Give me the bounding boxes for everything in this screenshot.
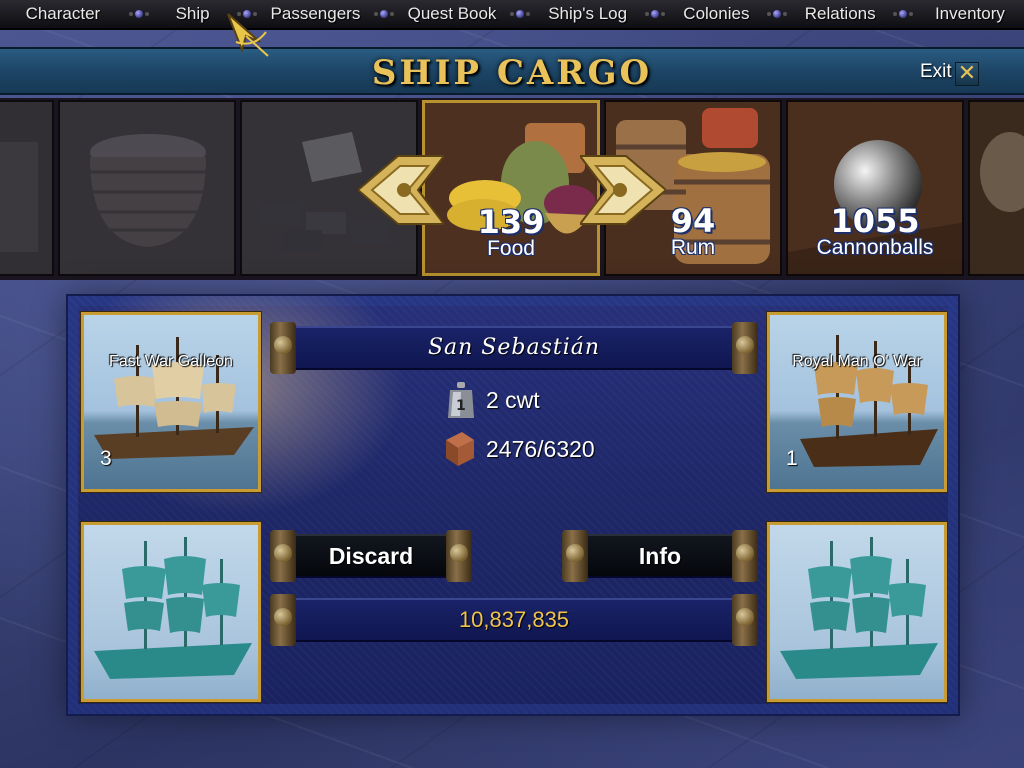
nav-separator: [126, 0, 152, 29]
cargo-tile-food[interactable]: 139 Food: [422, 100, 600, 276]
nav-label: Colonies: [683, 4, 750, 23]
weight-icon: 1: [448, 382, 474, 418]
cargo-panel: Fast War Galleon 3 Royal Man O' War 1 Sa…: [66, 294, 960, 716]
nav-label: Ship's Log: [548, 4, 628, 23]
ship-quantity: 1: [786, 447, 798, 470]
nav-label: Relations: [804, 4, 876, 23]
nav-separator: [507, 0, 533, 29]
money-amount: 10,837,835: [458, 607, 570, 632]
nav-ship[interactable]: Ship: [151, 0, 234, 29]
ship-name: San Sebastián: [427, 335, 601, 360]
cargo-count: 139: [477, 203, 545, 241]
cargo-tile-cannonballs[interactable]: 1055 Cannonballs: [786, 100, 964, 276]
target-ship-slot[interactable]: [767, 522, 947, 702]
ship-silhouette-icon: [780, 537, 938, 679]
cargo-weight: 2 cwt: [486, 386, 540, 413]
own-ship-card[interactable]: Fast War Galleon 3: [81, 312, 261, 492]
nav-separator: [765, 0, 791, 29]
cargo-carousel: 139 Food 94 Rum 1055 Cannonballs: [0, 98, 1024, 280]
cargo-unknown-icon: [0, 102, 52, 274]
nav-separator: [643, 0, 669, 29]
weight-stat: 1 2 cwt: [446, 380, 540, 420]
info-label: Info: [638, 543, 682, 569]
ship-name-bar: San Sebastián: [270, 322, 758, 374]
nav-colonies[interactable]: Colonies: [668, 0, 764, 29]
nav-character[interactable]: Character: [0, 0, 126, 29]
info-button[interactable]: Info: [562, 530, 758, 582]
cargo-name: Rum: [670, 236, 716, 259]
discard-button[interactable]: Discard: [270, 530, 472, 582]
money-bar: 10,837,835: [270, 594, 758, 646]
nav-relations[interactable]: Relations: [790, 0, 890, 29]
nav-label: Ship: [175, 4, 210, 23]
nav-label: Passengers: [270, 4, 361, 23]
discard-label: Discard: [328, 543, 414, 569]
cargo-count: 1055: [830, 202, 920, 240]
cargo-tile[interactable]: [58, 100, 236, 276]
own-ship-slot[interactable]: [81, 522, 261, 702]
crate-icon: [446, 432, 474, 466]
nav-ships-log[interactable]: Ship's Log: [533, 0, 643, 29]
weight-glyph: 1: [456, 398, 466, 414]
nav-separator: [890, 0, 916, 29]
title-bar: SHIP CARGO Exit ✕: [0, 47, 1024, 95]
scroll-left-icon[interactable]: [358, 150, 444, 230]
cursor-icon: [227, 13, 269, 57]
ship-type-label: Royal Man O' War: [792, 353, 922, 370]
cargo-partial-icon: [970, 102, 1024, 274]
top-nav: Character Ship Passengers Quest Book Shi…: [0, 0, 1024, 30]
cargo-name: Food: [487, 237, 535, 260]
nav-passengers[interactable]: Passengers: [259, 0, 371, 29]
ship-quantity: 3: [100, 447, 112, 470]
exit-label[interactable]: Exit: [920, 61, 952, 83]
nav-separator: [371, 0, 397, 29]
capacity-stat: 2476/6320: [442, 430, 595, 468]
scroll-right-icon[interactable]: [580, 150, 666, 230]
nav-label: Character: [25, 4, 101, 23]
nav-label: Inventory: [934, 4, 1005, 23]
nav-label: Quest Book: [407, 4, 497, 23]
ship-silhouette-icon: [94, 537, 252, 679]
cargo-capacity: 2476/6320: [486, 435, 595, 462]
ship-type-label: Fast War Galleon: [109, 353, 233, 370]
target-ship-card[interactable]: Royal Man O' War 1: [767, 312, 947, 492]
close-icon[interactable]: ✕: [955, 62, 979, 86]
cargo-tile[interactable]: [0, 100, 54, 276]
page-title: SHIP CARGO: [371, 53, 653, 93]
cargo-tile[interactable]: [968, 100, 1024, 276]
nav-inventory[interactable]: Inventory: [916, 0, 1024, 29]
basket-icon: [60, 102, 234, 274]
cargo-name: Cannonballs: [816, 236, 934, 259]
nav-quest-book[interactable]: Quest Book: [397, 0, 507, 29]
